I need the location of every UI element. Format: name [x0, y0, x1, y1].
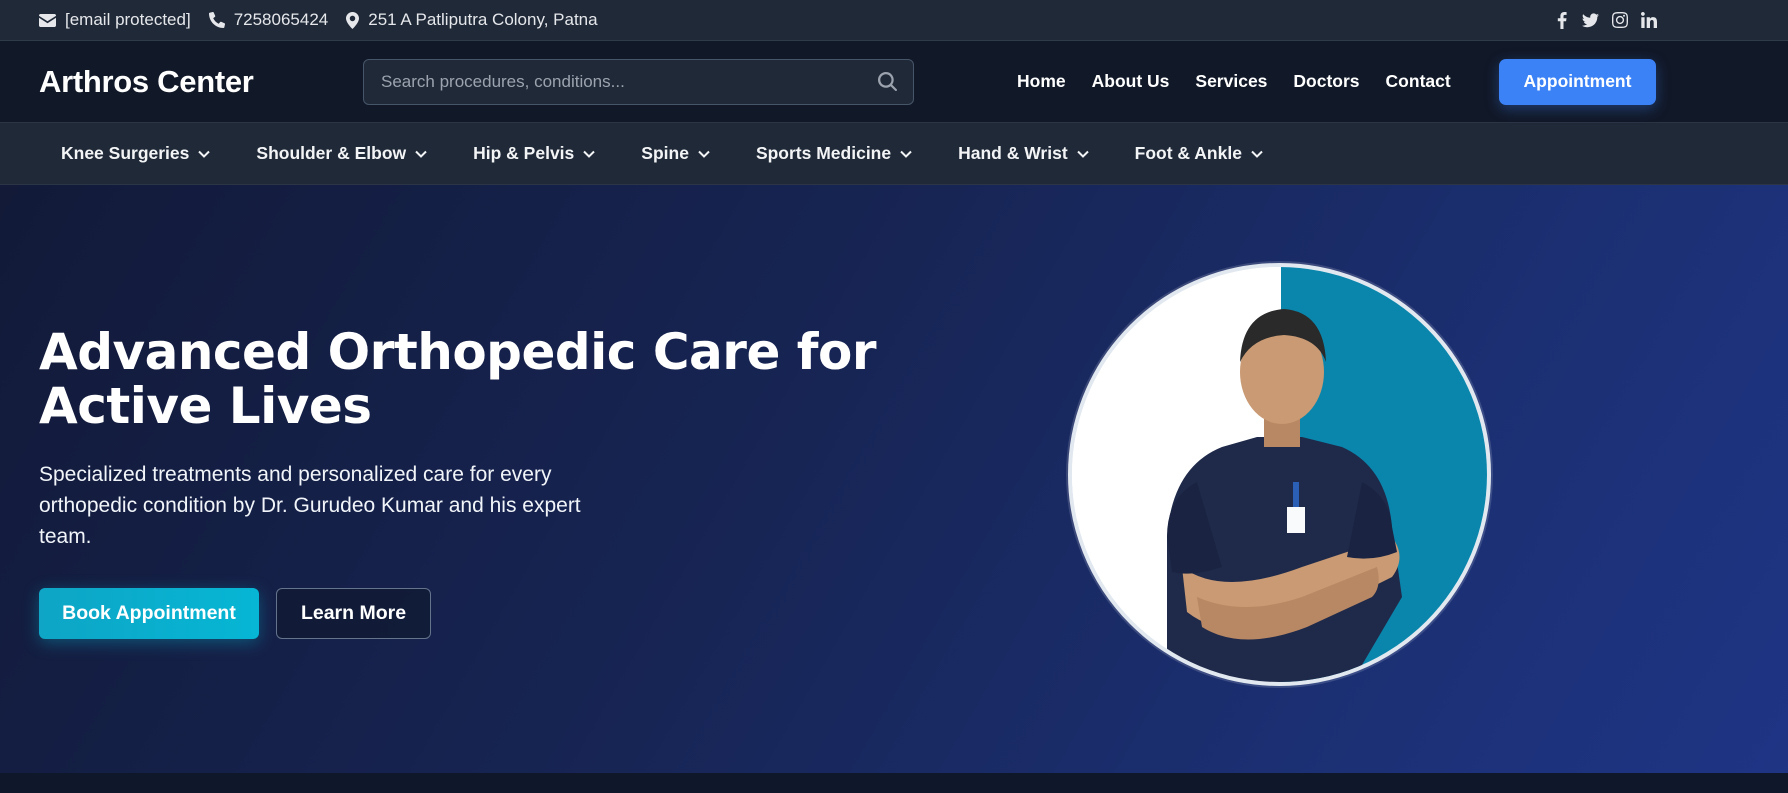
facebook-icon[interactable] [1553, 11, 1570, 29]
hero-section: Advanced Orthopedic Care for Active Live… [0, 185, 1788, 783]
hero-content: Advanced Orthopedic Care for Active Live… [39, 325, 919, 639]
envelope-icon [39, 13, 56, 27]
appointment-button[interactable]: Appointment [1499, 58, 1656, 105]
category-spine[interactable]: Spine [641, 143, 710, 164]
instagram-icon[interactable] [1611, 12, 1628, 29]
linkedin-icon[interactable] [1640, 12, 1657, 29]
nav-home[interactable]: Home [1017, 71, 1066, 92]
phone-item[interactable]: 7258065424 [208, 10, 329, 30]
email-text: [email protected] [65, 10, 191, 29]
chevron-down-icon [583, 150, 595, 158]
nav-contact[interactable]: Contact [1386, 71, 1451, 92]
category-nav: Knee Surgeries Shoulder & Elbow Hip & Pe… [0, 122, 1788, 185]
search-box [363, 58, 914, 105]
social-links [1553, 11, 1657, 29]
hero-title: Advanced Orthopedic Care for Active Live… [39, 325, 919, 433]
category-label: Hip & Pelvis [473, 143, 575, 163]
chevron-down-icon [698, 150, 710, 158]
chevron-down-icon [1251, 150, 1263, 158]
category-knee-surgeries[interactable]: Knee Surgeries [61, 143, 211, 164]
chevron-down-icon [415, 150, 427, 158]
hero-buttons: Book Appointment Learn More [39, 588, 919, 639]
map-pin-icon [346, 11, 360, 29]
book-appointment-button[interactable]: Book Appointment [39, 588, 259, 639]
category-label: Sports Medicine [755, 143, 892, 163]
phone-text: 7258065424 [233, 10, 329, 29]
category-label: Spine [641, 143, 689, 163]
category-hip-pelvis[interactable]: Hip & Pelvis [473, 143, 595, 164]
address-text: 251 A Patliputra Colony, Patna [368, 10, 598, 29]
learn-more-button[interactable]: Learn More [276, 588, 431, 639]
nav-about-us[interactable]: About Us [1092, 71, 1170, 92]
category-shoulder-elbow[interactable]: Shoulder & Elbow [256, 143, 427, 164]
category-hand-wrist[interactable]: Hand & Wrist [958, 143, 1089, 164]
category-foot-ankle[interactable]: Foot & Ankle [1135, 143, 1263, 164]
category-sports-medicine[interactable]: Sports Medicine [756, 143, 912, 164]
category-label: Hand & Wrist [958, 143, 1068, 163]
hero-bottom-edge [0, 773, 1788, 783]
search-icon[interactable] [878, 72, 897, 91]
main-nav: Home About Us Services Doctors Contact [1017, 71, 1451, 92]
address-item: 251 A Patliputra Colony, Patna [346, 10, 598, 30]
category-label: Shoulder & Elbow [256, 143, 407, 163]
main-header: Arthros Center Home About Us Services Do… [0, 41, 1788, 122]
nav-services[interactable]: Services [1195, 71, 1267, 92]
hero-title-line-2: Active Lives [39, 377, 372, 435]
hero-title-line-1: Advanced Orthopedic Care for [39, 323, 877, 381]
contact-info: [email protected] 7258065424 251 A Patli… [39, 10, 616, 30]
twitter-icon[interactable] [1582, 12, 1599, 29]
category-label: Knee Surgeries [61, 143, 190, 163]
top-bar: [email protected] 7258065424 251 A Patli… [0, 0, 1788, 41]
category-label: Foot & Ankle [1134, 143, 1242, 163]
chevron-down-icon [900, 150, 912, 158]
hero-subtitle: Specialized treatments and personalized … [39, 463, 581, 548]
site-logo[interactable]: Arthros Center [39, 64, 363, 100]
email-item[interactable]: [email protected] [39, 10, 191, 30]
phone-icon [208, 12, 225, 28]
chevron-down-icon [198, 150, 211, 158]
doctor-portrait [1068, 263, 1491, 686]
chevron-down-icon [1076, 150, 1089, 158]
search-input[interactable] [381, 71, 878, 92]
nav-doctors[interactable]: Doctors [1293, 71, 1359, 92]
